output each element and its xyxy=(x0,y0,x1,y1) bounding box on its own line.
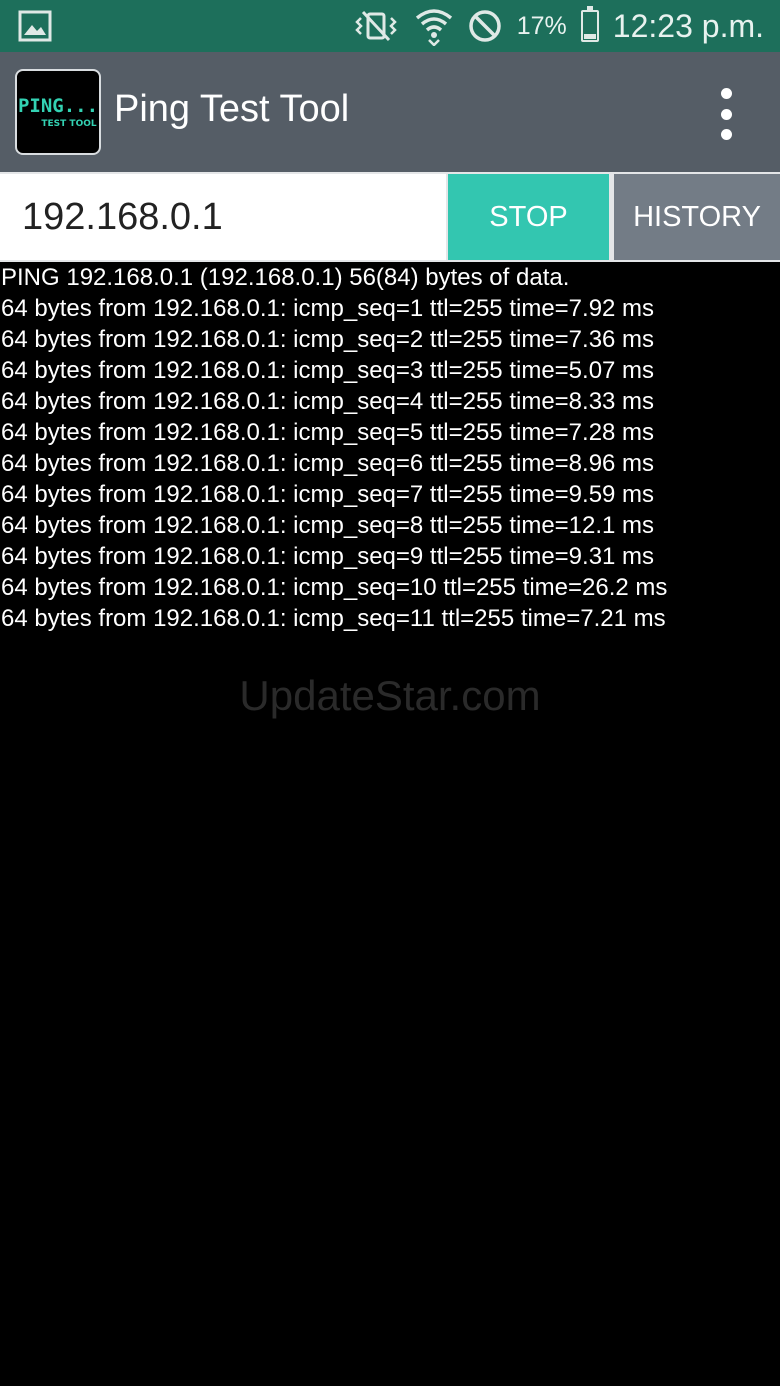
gallery-image-icon xyxy=(18,10,52,42)
output-line: 64 bytes from 192.168.0.1: icmp_seq=3 tt… xyxy=(1,357,655,384)
status-bar: 17% 12:23 p.m. xyxy=(0,0,780,52)
ping-output: PING 192.168.0.1 (192.168.0.1) 56(84) by… xyxy=(1,262,780,634)
output-line: 64 bytes from 192.168.0.1: icmp_seq=1 tt… xyxy=(1,295,655,322)
app-title: Ping Test Tool xyxy=(114,88,350,130)
logo-text: PING... xyxy=(17,95,99,117)
output-line: 64 bytes from 192.168.0.1: icmp_seq=4 tt… xyxy=(1,388,655,415)
app-logo: PING... TEST TOOL xyxy=(15,69,101,155)
output-line: 64 bytes from 192.168.0.1: icmp_seq=7 tt… xyxy=(1,481,655,508)
stop-button[interactable]: STOP xyxy=(448,174,609,260)
output-line: 64 bytes from 192.168.0.1: icmp_seq=10 t… xyxy=(1,574,668,601)
host-input[interactable] xyxy=(0,174,446,260)
battery-percent: 17% xyxy=(516,11,567,40)
watermark: UpdateStar.com xyxy=(239,672,541,719)
do-not-disturb-icon xyxy=(469,10,501,42)
clock: 12:23 p.m. xyxy=(612,7,764,44)
output-line: 64 bytes from 192.168.0.1: icmp_seq=9 tt… xyxy=(1,543,655,570)
battery-icon xyxy=(580,6,599,42)
output-line: PING 192.168.0.1 (192.168.0.1) 56(84) by… xyxy=(1,264,570,291)
vibrate-mute-icon xyxy=(354,10,397,42)
logo-subtext: TEST TOOL xyxy=(41,119,97,129)
history-button[interactable]: HISTORY xyxy=(614,174,780,260)
output-line: 64 bytes from 192.168.0.1: icmp_seq=2 tt… xyxy=(1,326,655,353)
output-line: 64 bytes from 192.168.0.1: icmp_seq=8 tt… xyxy=(1,512,655,539)
ping-controls: STOP HISTORY xyxy=(0,172,780,262)
output-line: 64 bytes from 192.168.0.1: icmp_seq=11 t… xyxy=(1,605,666,632)
wifi-icon xyxy=(415,9,452,46)
output-line: 64 bytes from 192.168.0.1: icmp_seq=5 tt… xyxy=(1,419,655,446)
app-bar: PING... TEST TOOL Ping Test Tool xyxy=(0,52,780,172)
output-line: 64 bytes from 192.168.0.1: icmp_seq=6 tt… xyxy=(1,450,655,477)
more-vertical-icon[interactable] xyxy=(712,88,740,140)
